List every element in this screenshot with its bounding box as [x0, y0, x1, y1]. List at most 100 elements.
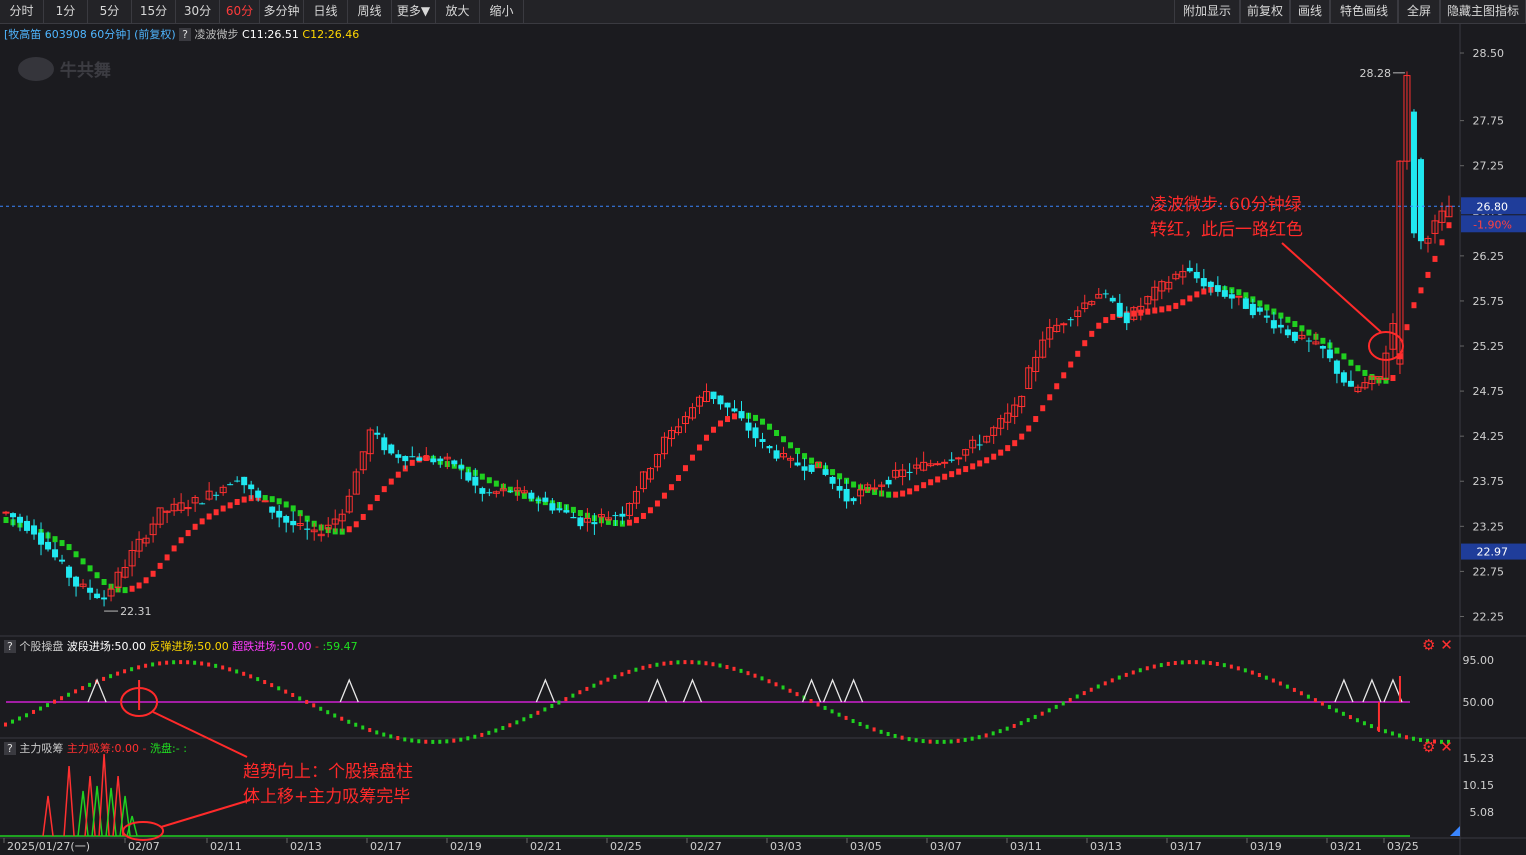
help-icon[interactable]: ? [179, 28, 192, 41]
sub1-dot [228, 667, 232, 672]
sub1-dot [1019, 721, 1023, 726]
trend-dot [570, 506, 576, 513]
candle [766, 446, 773, 449]
gear-icon[interactable]: ⚙ [1422, 738, 1435, 756]
trend-dot [360, 513, 366, 520]
candle [87, 587, 94, 593]
trend-dot [1061, 372, 1067, 379]
sub2-help-icon[interactable]: ? [4, 742, 16, 755]
sub1-dot [102, 676, 106, 681]
trend-dot [774, 430, 780, 437]
indicator-c2: C12:26.46 [302, 28, 360, 41]
candle [1410, 111, 1417, 234]
sub1-dot [1131, 670, 1135, 675]
trend-dot [1236, 289, 1242, 296]
annotation-main-line2: 转红，此后一路红色 [1150, 220, 1303, 240]
candle [451, 460, 458, 465]
x-tick-label: 03/21 [1330, 840, 1362, 853]
signal-triangle [1334, 678, 1354, 703]
sub2-name[interactable]: 主力吸筹 [19, 742, 63, 755]
trend-dot [928, 479, 934, 486]
sub1-dot [242, 671, 246, 676]
sub1-dot [837, 712, 841, 717]
candle [416, 457, 423, 461]
candle [1235, 295, 1243, 298]
sub1-dot [221, 665, 225, 670]
sub1-dot [165, 660, 169, 665]
sub1-dot [823, 705, 827, 710]
sub1-dot [88, 682, 92, 687]
trend-dot [129, 585, 135, 592]
trend-dot [1026, 425, 1032, 432]
trend-dot [94, 572, 100, 579]
sub1-dot [795, 692, 799, 697]
annotation-arrow [160, 799, 251, 828]
indicator-name: 凌波微步 [194, 28, 239, 41]
sub1-dot [347, 719, 351, 724]
trend-dot [760, 418, 766, 425]
candle [549, 503, 556, 511]
trend-dot [1005, 445, 1011, 452]
sub1-title-bar: ? 个股操盘 波段进场:50.00 反弹进场:50.00 超跌进场:50.00 … [4, 638, 358, 654]
sub1-help-icon[interactable]: ? [4, 640, 16, 653]
indicator-c1: C11:26.51 [242, 28, 299, 41]
candle [94, 593, 101, 599]
sub1-name[interactable]: 个股操盘 [19, 640, 63, 653]
sub1-dot [214, 663, 218, 668]
sub1-dot [1285, 684, 1289, 689]
close-icon[interactable]: ✕ [1440, 738, 1453, 756]
candle [409, 456, 416, 458]
trend-dot [1166, 305, 1172, 312]
sub1-dot [39, 706, 43, 711]
trend-dot [1110, 313, 1116, 320]
candle [1193, 271, 1200, 279]
stock-title[interactable]: [牧高笛 603908 60分钟] [4, 28, 131, 41]
sub1-dot [1341, 711, 1345, 716]
trend-dot [220, 505, 226, 512]
annotation-sub: 趋势向上：个股操盘柱 体上移+主力吸筹完毕 [243, 760, 413, 810]
signal-triangle [535, 678, 555, 703]
x-tick-label: 02/17 [370, 840, 402, 853]
sub1-dot [1194, 660, 1198, 665]
candle [885, 479, 892, 485]
trend-dot [1033, 416, 1039, 423]
trend-dot [984, 457, 990, 464]
sub1-dot [1082, 691, 1086, 696]
trend-dot [276, 498, 282, 505]
resize-triangle-icon [1450, 826, 1460, 836]
sub1-dot [1215, 661, 1219, 666]
sub1-dot [403, 737, 407, 742]
trend-dot [886, 491, 892, 498]
current-price-label: 26.80 [1477, 200, 1509, 213]
sub1-dot [333, 713, 337, 718]
trend-dot [80, 558, 86, 565]
trend-dot [675, 475, 681, 482]
sub1-dot [634, 667, 638, 672]
sub1-dot [158, 661, 162, 666]
trend-dot [1285, 316, 1291, 323]
candle [486, 492, 493, 494]
annotation-sub-line2: 体上移+主力吸筹完毕 [243, 787, 411, 807]
trend-dot [907, 488, 913, 495]
sub1-dot [4, 722, 7, 727]
sub1-dot [424, 739, 428, 744]
candle [227, 484, 234, 486]
sub2-tick: 15.23 [1463, 752, 1495, 765]
close-icon[interactable]: ✕ [1440, 636, 1453, 654]
sub1-dot [641, 665, 645, 670]
candle [213, 494, 220, 496]
candle [1326, 349, 1333, 359]
candle [38, 532, 45, 545]
trend-dot [732, 413, 738, 420]
y-tick-label: 27.25 [1473, 160, 1505, 173]
candle [612, 515, 619, 517]
x-tick-label: 02/25 [610, 840, 642, 853]
trend-dot [1320, 337, 1326, 344]
candle [59, 559, 66, 562]
candle [1200, 278, 1207, 287]
trend-dot [185, 530, 191, 537]
sub1-dot [907, 737, 911, 742]
gear-icon[interactable]: ⚙ [1422, 636, 1435, 654]
sub1-dot [53, 699, 57, 704]
candle [976, 444, 983, 446]
